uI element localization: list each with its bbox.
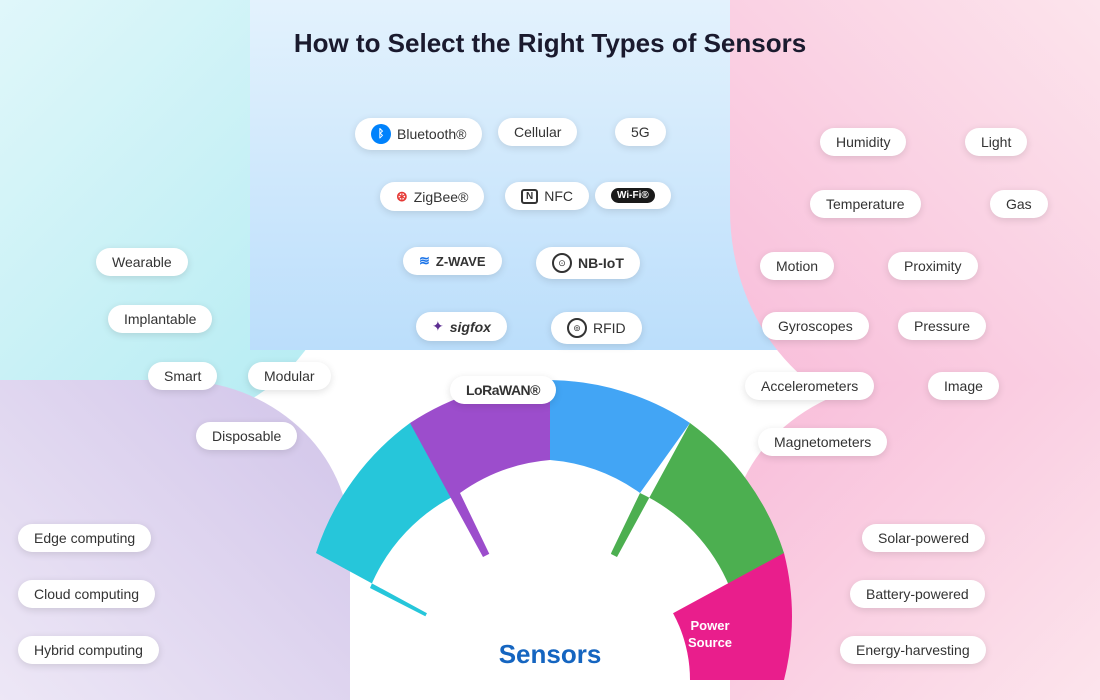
pill-edge: Edge computing (18, 524, 151, 552)
wireless-label2: Technology (549, 560, 622, 575)
diagram-container: Wireless Technology Form Processing Tech… (290, 360, 810, 700)
pill-temperature: Temperature (810, 190, 921, 218)
light-label: Light (981, 134, 1011, 150)
center-sensors-label: Sensors (499, 639, 602, 670)
power-label: Power (690, 618, 729, 633)
power-label2: Source (688, 635, 732, 650)
pill-lorawan: LoRaWAN® (450, 376, 556, 404)
motion-label: Motion (776, 258, 818, 274)
pill-rfid: ⊚ RFID (551, 312, 642, 344)
wearable-label: Wearable (112, 254, 172, 270)
edge-label: Edge computing (34, 530, 135, 546)
pill-gyroscopes: Gyroscopes (762, 312, 869, 340)
pill-bluetooth: ᛒ Bluetooth® (355, 118, 482, 150)
modular-label: Modular (264, 368, 315, 384)
pill-magnetometers: Magnetometers (758, 428, 887, 456)
processing-label: Processing (465, 558, 535, 573)
lorawan-label: LoRaWAN® (466, 382, 540, 398)
pill-humidity: Humidity (820, 128, 906, 156)
smart-label: Smart (164, 368, 201, 384)
gyroscopes-label: Gyroscopes (778, 318, 853, 334)
rfid-icon: ⊚ (567, 318, 587, 338)
pill-smart: Smart (148, 362, 217, 390)
image-label: Image (944, 378, 983, 394)
nfc-label: NFC (544, 188, 573, 204)
pill-zigbee: ⊛ ZigBee® (380, 182, 484, 211)
pressure-label: Pressure (914, 318, 970, 334)
nbiot-icon: ⊙ (552, 253, 572, 273)
hybrid-label: Hybrid computing (34, 642, 143, 658)
pill-wifi: Wi-Fi® (595, 182, 671, 209)
temperature-label: Temperature (826, 196, 905, 212)
disposable-label: Disposable (212, 428, 281, 444)
wireless-label: Wireless (558, 543, 611, 558)
wifi-icon: Wi-Fi® (611, 188, 655, 203)
pill-nbiot: ⊙ NB-IoT (536, 247, 640, 279)
pill-pressure: Pressure (898, 312, 986, 340)
pill-zwave: ≋ Z-WAVE (403, 247, 502, 275)
pill-sigfox: ✦ sigfox (416, 312, 507, 341)
energy-label: Energy-harvesting (856, 642, 970, 658)
zwave-icon: ≋ (419, 253, 430, 269)
pill-cellular: Cellular (498, 118, 577, 146)
nfc-icon: N (521, 189, 538, 204)
pill-nfc: N NFC (505, 182, 589, 210)
cloud-label: Cloud computing (34, 586, 139, 602)
pill-solar: Solar-powered (862, 524, 985, 552)
sigfox-label: sigfox (450, 319, 491, 335)
zwave-label: Z-WAVE (436, 254, 486, 269)
pill-5g: 5G (615, 118, 666, 146)
sensing-label: Sensing (635, 558, 686, 573)
zigbee-icon: ⊛ (396, 188, 408, 205)
rfid-label: RFID (593, 320, 626, 336)
humidity-label: Humidity (836, 134, 890, 150)
implantable-label: Implantable (124, 311, 196, 327)
pill-implantable: Implantable (108, 305, 212, 333)
pill-light: Light (965, 128, 1027, 156)
pill-battery: Battery-powered (850, 580, 985, 608)
pill-wearable: Wearable (96, 248, 188, 276)
battery-label: Battery-powered (866, 586, 969, 602)
proximity-label: Proximity (904, 258, 962, 274)
pill-proximity: Proximity (888, 252, 978, 280)
sensing-label2: Technology (624, 575, 697, 590)
pill-gas: Gas (990, 190, 1048, 218)
solar-label: Solar-powered (878, 530, 969, 546)
processing-label2: Technology (464, 575, 537, 590)
pill-hybrid: Hybrid computing (18, 636, 159, 664)
magnetometers-label: Magnetometers (774, 434, 871, 450)
zigbee-label: ZigBee® (414, 189, 469, 205)
cellular-label: Cellular (514, 124, 561, 140)
bluetooth-icon: ᛒ (371, 124, 391, 144)
bluetooth-label: Bluetooth® (397, 126, 466, 142)
pill-energy: Energy-harvesting (840, 636, 986, 664)
pill-disposable: Disposable (196, 422, 297, 450)
pill-cloud: Cloud computing (18, 580, 155, 608)
gas-label: Gas (1006, 196, 1032, 212)
5g-label: 5G (631, 124, 650, 140)
sigfox-icon: ✦ (432, 318, 444, 335)
pill-motion: Motion (760, 252, 834, 280)
pill-accelerometers: Accelerometers (745, 372, 874, 400)
pill-modular: Modular (248, 362, 331, 390)
accelerometers-label: Accelerometers (761, 378, 858, 394)
pill-image: Image (928, 372, 999, 400)
page-title: How to Select the Right Types of Sensors (0, 28, 1100, 59)
nbiot-label: NB-IoT (578, 255, 624, 271)
